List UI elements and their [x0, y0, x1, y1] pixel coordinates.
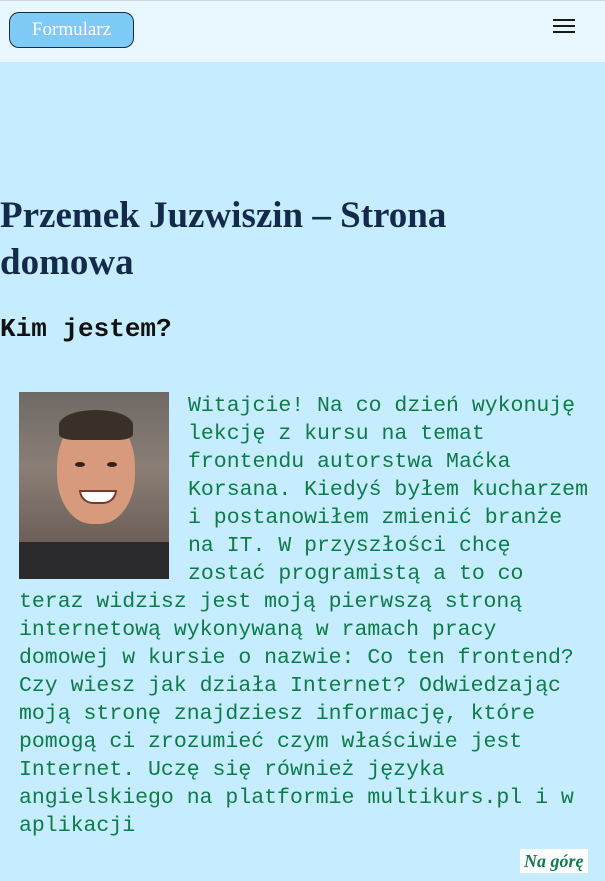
profile-photo [19, 392, 169, 579]
form-button[interactable]: Formularz [9, 12, 134, 48]
about-section: Witajcie! Na co dzień wykonuję lekcję z … [19, 392, 594, 840]
top-navigation-bar: Formularz [0, 0, 605, 62]
back-to-top-link[interactable]: Na górę [520, 849, 588, 873]
hamburger-menu-icon[interactable] [553, 17, 575, 35]
page-title: Przemek Juzwiszin – Strona domowa [0, 195, 447, 283]
section-heading: Kim jestem? [0, 314, 172, 344]
